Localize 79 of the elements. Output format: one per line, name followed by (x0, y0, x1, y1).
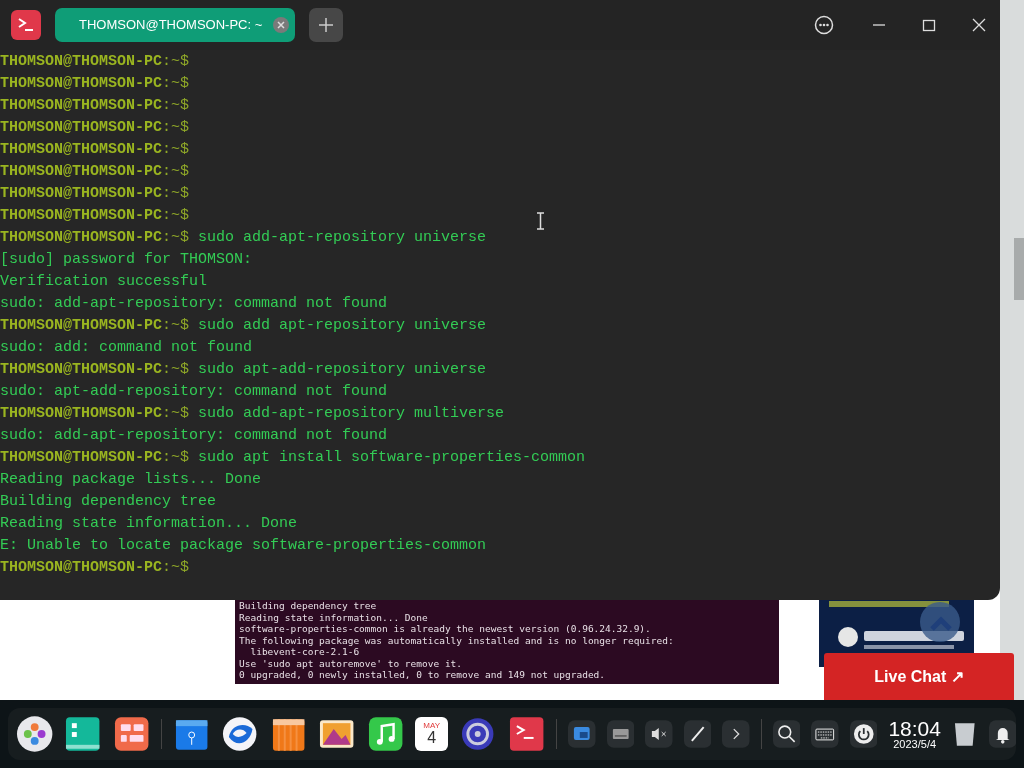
screenshot-line: Reading state information... Done (239, 611, 429, 623)
clock-time[interactable]: 18:04 (888, 718, 941, 739)
keyboard-icon[interactable] (811, 720, 839, 748)
maximize-icon[interactable] (922, 18, 936, 32)
prompt-user: THOMSON@THOMSON-PC (0, 228, 163, 248)
command-text: sudo apt-add-repository universe (198, 360, 487, 380)
prompt-path: :~$ (162, 140, 190, 160)
close-window-icon[interactable] (972, 18, 986, 32)
output-line: sudo: add: command not found (0, 338, 253, 358)
text-cursor-icon (536, 212, 545, 230)
prompt-path: :~$ (162, 558, 190, 578)
prompt-user: THOMSON@THOMSON-PC (0, 558, 163, 578)
prompt-path: :~$ (162, 52, 190, 72)
chevron-icon[interactable] (722, 720, 750, 748)
power-icon[interactable] (849, 720, 878, 748)
prompt-user: THOMSON@THOMSON-PC (0, 96, 163, 116)
command-text: sudo add apt-repository universe (198, 316, 487, 336)
launcher-icon[interactable] (16, 715, 54, 753)
tab-title: THOMSON@THOMSON-PC: ~ (79, 16, 263, 35)
output-line: Reading package lists... Done (0, 470, 262, 490)
prompt-path: :~$ (162, 404, 190, 424)
prompt-user: THOMSON@THOMSON-PC (0, 140, 163, 160)
browser-icon[interactable] (221, 715, 259, 753)
keyboard-icon[interactable] (606, 720, 635, 748)
prompt-path: :~$ (162, 118, 190, 138)
output-line: Building dependency tree (0, 492, 217, 512)
prompt-user: THOMSON@THOMSON-PC (0, 74, 163, 94)
prompt-path: :~$ (162, 316, 190, 336)
new-tab-button[interactable] (309, 8, 343, 42)
multitask-icon[interactable] (64, 715, 102, 753)
music-icon[interactable] (366, 715, 404, 753)
prompt-path: :~$ (162, 184, 190, 204)
output-line: Verification successful (0, 272, 208, 292)
prompt-user: THOMSON@THOMSON-PC (0, 184, 163, 204)
screenshot-line: software-properties-common is already the newest version (0.96.24.32.9). (239, 623, 652, 635)
output-line: Reading state information... Done (0, 514, 298, 534)
prompt-user: THOMSON@THOMSON-PC (0, 162, 163, 182)
command-text: sudo add-apt-repository universe (198, 228, 487, 248)
screenshot-line: libevent-core-2.1-6 (249, 646, 361, 658)
output-line: sudo: apt-add-repository: command not found (0, 382, 388, 402)
prompt-user: THOMSON@THOMSON-PC (0, 316, 163, 336)
prompt-path: :~$ (162, 228, 190, 248)
screenshot-line: Use 'sudo apt autoremove' to remove it. (239, 657, 464, 669)
screenshot-line: The following package was automatically installed and is no longer required: (239, 634, 675, 646)
prompt-user: THOMSON@THOMSON-PC (0, 404, 163, 424)
plus-icon (319, 18, 333, 32)
bell-icon[interactable] (988, 720, 1017, 748)
app-grid-icon[interactable] (112, 715, 151, 753)
prompt-user: THOMSON@THOMSON-PC (0, 52, 163, 72)
clock-date[interactable]: 2023/5/4 (893, 739, 937, 750)
screenshot-line: Building dependency tree (239, 600, 378, 612)
prompt-path: :~$ (162, 448, 190, 468)
more-options-icon[interactable] (814, 15, 834, 35)
terminal-icon[interactable] (507, 715, 546, 753)
pen-icon[interactable] (683, 720, 712, 748)
terminal-app-icon[interactable] (11, 10, 41, 40)
prompt-user: THOMSON@THOMSON-PC (0, 448, 163, 468)
close-icon[interactable] (273, 17, 289, 33)
screenshot-icon[interactable] (568, 720, 596, 748)
scrollbar-thumb[interactable] (1014, 238, 1024, 300)
prompt-path: :~$ (162, 206, 190, 226)
muted-speaker-icon[interactable] (645, 720, 673, 748)
calendar-icon[interactable]: MAY 4 (415, 717, 449, 751)
prompt-path: :~$ (162, 96, 190, 116)
output-line: sudo: add-apt-repository: command not found (0, 426, 388, 446)
command-text: sudo apt install software-properties-common (198, 448, 586, 468)
output-line: [sudo] password for THOMSON: (0, 250, 253, 270)
live-chat-button[interactable]: Live Chat ↗ (824, 653, 1014, 700)
prompt-path: :~$ (162, 360, 190, 380)
output-line: E: Unable to locate package software-properties-common (0, 536, 487, 556)
prompt-user: THOMSON@THOMSON-PC (0, 360, 163, 380)
prompt-path: :~$ (162, 74, 190, 94)
screenshot-line: 0 upgraded, 0 newly installed, 0 to remove and 149 not upgraded. (239, 669, 607, 681)
prompt-path: :~$ (162, 162, 190, 182)
search-icon[interactable] (772, 720, 801, 748)
command-text: sudo add-apt-repository multiverse (198, 404, 505, 424)
output-line: sudo: add-apt-repository: command not found (0, 294, 388, 314)
prompt-user: THOMSON@THOMSON-PC (0, 118, 163, 138)
prompt-user: THOMSON@THOMSON-PC (0, 206, 163, 226)
